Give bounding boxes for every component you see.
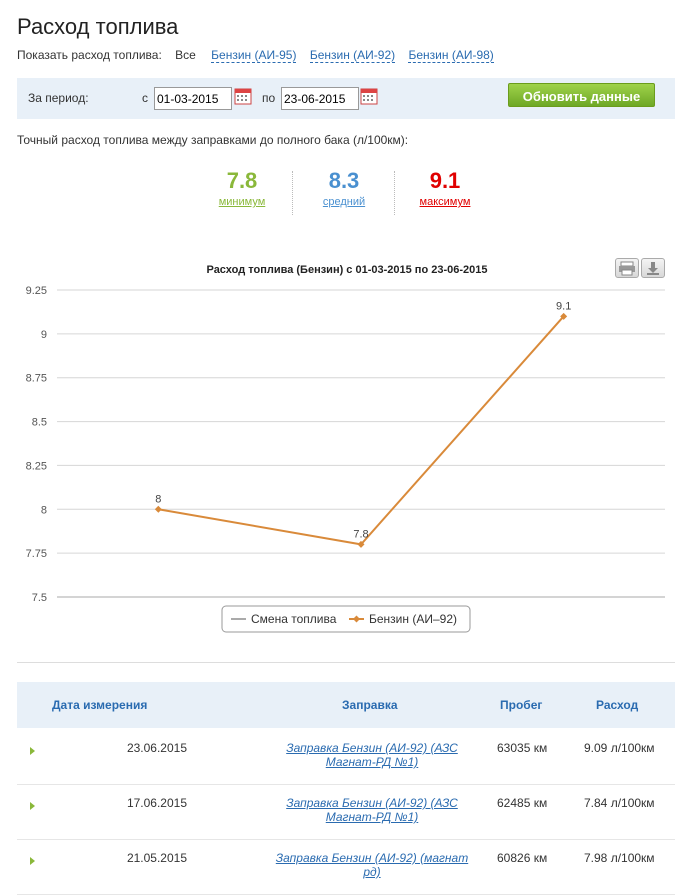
fuel-filter-label: Показать расход топлива: [17,48,162,62]
legend-label-ai92: Бензин (АИ–92) [369,612,457,626]
section-divider [17,662,675,663]
refresh-data-button[interactable]: Обновить данные [508,83,655,107]
calendar-icon[interactable] [234,87,252,105]
data-point [154,505,162,513]
stat-label[interactable]: максимум [395,196,495,208]
row-date: 17.06.2015 [126,796,187,810]
table-header: Дата измерения Заправка Пробег Расход [17,682,675,728]
y-tick-labels: 7.5 7.75 8 8.25 8.5 8.75 9 9.25 [26,285,47,604]
calendar-icon[interactable] [360,87,378,105]
legend-label-fuel-change: Смена топлива [251,612,337,626]
y-tick-label: 7.5 [32,592,47,604]
y-tick-label: 8.75 [26,373,47,385]
date-to-input[interactable] [281,87,359,110]
stat-average: 8.3 средний [294,168,394,208]
stat-minimum: 7.8 минимум [192,168,292,208]
column-header-station[interactable]: Заправка [342,698,398,712]
table-row: 21.05.2015 Заправка Бензин (АИ-92) (магн… [17,839,675,895]
chart-legend[interactable]: Смена топлива Бензин (АИ–92) [221,605,471,633]
to-label: по [262,91,276,105]
stat-label[interactable]: минимум [192,196,292,208]
date-from-input[interactable] [154,87,232,110]
data-label: 7.8 [353,528,368,540]
from-label: с [142,91,148,105]
stat-maximum: 9.1 максимум [395,168,495,208]
expand-arrow-icon[interactable] [30,857,35,865]
column-header-mileage[interactable]: Пробег [500,698,542,712]
column-header-consumption[interactable]: Расход [596,698,638,712]
download-icon [647,262,659,275]
row-station-link[interactable]: Заправка Бензин (АИ-92) (магнат рд) [272,851,472,879]
y-tick-label: 8 [41,504,47,516]
table-row: 17.06.2015 Заправка Бензин (АИ-92) (АЗС … [17,784,675,840]
data-labels: 8 7.8 9.1 [155,300,571,540]
row-consumption: 7.84 л/100км [584,796,655,810]
table-row: 23.06.2015 Заправка Бензин (АИ-92) (АЗС … [17,729,675,785]
filter-link-ai98[interactable]: Бензин (АИ-98) [408,48,494,63]
row-station-link[interactable]: Заправка Бензин (АИ-92) (АЗС Магнат-РД №… [272,741,472,769]
data-label: 8 [155,493,161,505]
period-label: За период: [28,91,89,105]
row-consumption: 7.98 л/100км [584,851,655,865]
print-chart-button[interactable] [615,258,639,278]
fuel-filter-bar: Показать расход топлива: Все Бензин (АИ-… [17,48,504,63]
row-date: 23.06.2015 [126,741,187,755]
row-date: 21.05.2015 [126,851,187,865]
expand-arrow-icon[interactable] [30,802,35,810]
divider [292,171,293,215]
expand-arrow-icon[interactable] [30,747,35,755]
stat-value: 9.1 [429,168,461,193]
period-bar: За период: с по Обновить данные [17,78,675,119]
row-mileage: 60826 км [497,851,548,865]
fuel-consumption-chart: Расход топлива (Бензин) с 01-03-2015 по … [26,264,665,633]
download-chart-button[interactable] [641,258,665,278]
data-label: 9.1 [556,300,571,312]
filter-link-ai95[interactable]: Бензин (АИ-95) [211,48,297,63]
y-tick-label: 8.5 [32,417,47,429]
y-tick-label: 7.75 [26,548,47,560]
y-tick-label: 9.25 [26,285,47,297]
consumption-caption: Точный расход топлива между заправками д… [17,133,409,147]
filter-link-ai92[interactable]: Бензин (АИ-92) [309,48,396,63]
series-lines [158,315,565,546]
page-title: Расход топлива [17,14,179,39]
stat-label[interactable]: средний [294,196,394,208]
row-station-link[interactable]: Заправка Бензин (АИ-92) (АЗС Магнат-РД №… [272,796,472,824]
print-icon [619,261,635,276]
chart-title: Расход топлива (Бензин) с 01-03-2015 по … [207,264,488,276]
series-line-ai92 [158,315,565,546]
row-mileage: 63035 км [497,741,548,755]
y-tick-label: 9 [41,329,47,341]
series-points [154,312,568,548]
column-header-date[interactable]: Дата измерения [52,698,147,712]
filter-all: Все [175,48,196,62]
y-tick-label: 8.25 [26,460,47,472]
stat-value: 7.8 [226,168,258,193]
row-mileage: 62485 км [497,796,548,810]
chart-grid [57,289,665,598]
row-consumption: 9.09 л/100км [584,741,655,755]
stat-value: 8.3 [328,168,360,193]
